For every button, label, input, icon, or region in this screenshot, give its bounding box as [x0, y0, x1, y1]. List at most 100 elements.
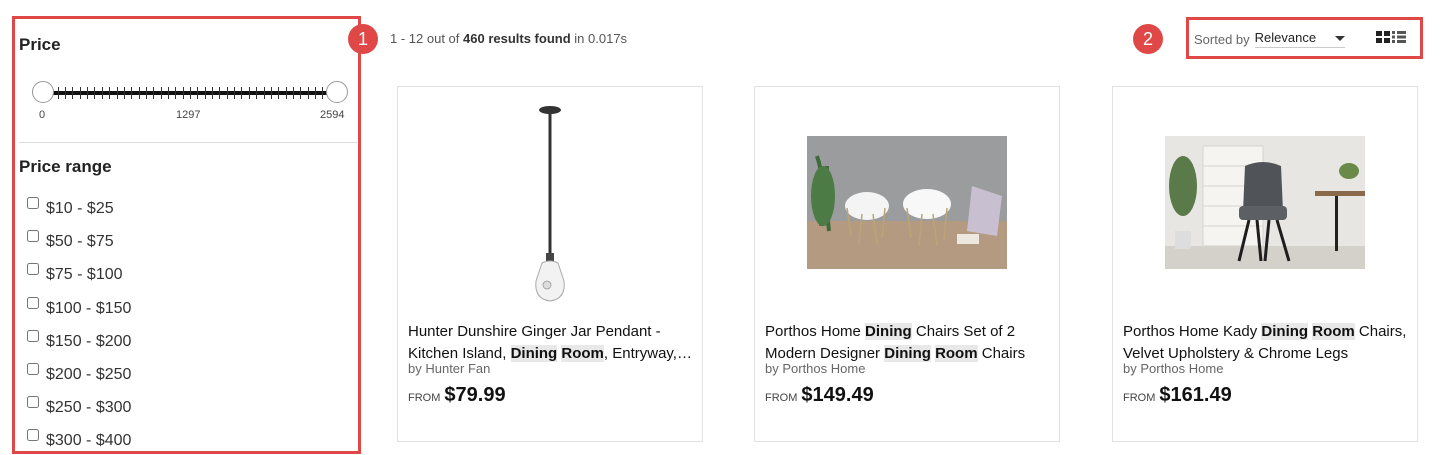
slider-tick — [65, 87, 67, 99]
slider-tick — [190, 87, 191, 99]
price-range-checkbox[interactable] — [27, 263, 39, 276]
results-summary: 1 - 12 out of 460 results found in 0.017… — [390, 31, 627, 46]
slider-tick — [182, 87, 184, 99]
slider-tick — [248, 87, 250, 99]
price-prefix: FROM — [1123, 392, 1156, 404]
slider-tick — [197, 87, 199, 99]
slider-tick — [109, 87, 111, 99]
price-range-option[interactable]: $150 - $200 — [26, 327, 131, 360]
price-range-option[interactable]: $200 - $250 — [26, 360, 131, 393]
sort-value: Relevance — [1254, 30, 1317, 45]
title-text: Chairs — [977, 345, 1026, 362]
price-range-title: Price range — [19, 157, 112, 176]
slider-tick — [145, 87, 147, 99]
chevron-down-icon — [1334, 36, 1345, 41]
slider-tick — [123, 87, 125, 99]
price-prefix: FROM — [765, 392, 798, 404]
slider-max-handle[interactable] — [326, 81, 348, 103]
price-range-option[interactable]: $250 - $300 — [26, 393, 131, 426]
sort-select[interactable]: Relevance — [1254, 30, 1345, 48]
price-range-option[interactable]: $10 - $25 — [26, 194, 131, 227]
product-title[interactable]: Porthos Home Dining Chairs Set of 2 Mode… — [765, 321, 1050, 365]
price-range-option[interactable]: $75 - $100 — [26, 260, 131, 293]
view-toggle — [1376, 31, 1406, 43]
product-image-dining-chairs[interactable] — [807, 136, 1007, 269]
slider-min-handle[interactable] — [32, 81, 54, 103]
price-slider[interactable]: 0 1297 2594 — [30, 81, 350, 125]
title-highlight: Room — [1312, 323, 1355, 340]
price-range-label: $300 - $400 — [46, 432, 132, 450]
price-range-label: $150 - $200 — [46, 332, 132, 350]
slider-min-label: 0 — [39, 109, 46, 121]
product-price: FROM $161.49 — [1123, 384, 1232, 407]
slider-tick — [256, 87, 258, 99]
price-filter-title: Price — [19, 35, 61, 54]
title-highlight: Dining — [510, 345, 558, 362]
slider-tick — [314, 87, 316, 99]
slider-tick — [226, 87, 228, 99]
title-highlight: Dining — [865, 323, 912, 340]
results-time: in 0.017s — [574, 31, 628, 46]
results-count: 460 results found — [463, 31, 571, 46]
price-range-label: $50 - $75 — [46, 233, 114, 251]
product-title[interactable]: Porthos Home Kady Dining Room Chairs, Ve… — [1123, 321, 1408, 365]
price-range-checkbox[interactable] — [27, 230, 39, 243]
title-highlight: Room — [561, 345, 604, 362]
price-value: $161.49 — [1159, 384, 1232, 406]
list-view-icon[interactable] — [1392, 31, 1406, 43]
price-range-checkbox[interactable] — [27, 429, 39, 442]
slider-tick — [160, 87, 162, 99]
slider-tick — [270, 87, 272, 99]
slider-max-label: 2594 — [320, 109, 345, 121]
price-range-option[interactable]: $300 - $400 — [26, 426, 131, 455]
slider-tick — [153, 87, 155, 99]
slider-tick — [204, 87, 206, 99]
slider-tick — [138, 87, 140, 99]
slider-tick — [292, 87, 294, 99]
price-range-checkbox[interactable] — [27, 362, 39, 375]
slider-tick — [101, 87, 103, 99]
slider-tick — [94, 87, 96, 99]
filter-divider — [19, 142, 357, 143]
slider-tick — [57, 87, 59, 99]
product-card[interactable]: Hunter Dunshire Ginger Jar Pendant - Kit… — [397, 86, 703, 442]
callout-badge-2: 2 — [1133, 24, 1163, 54]
slider-tick — [219, 87, 221, 99]
title-text: Porthos Home Kady — [1123, 323, 1262, 340]
price-range-option[interactable]: $50 - $75 — [26, 227, 131, 260]
price-range-checkbox[interactable] — [27, 197, 39, 209]
title-highlight: Dining — [1261, 323, 1309, 340]
product-brand: by Porthos Home — [1123, 361, 1224, 376]
product-card[interactable]: Porthos Home Kady Dining Room Chairs, Ve… — [1112, 86, 1418, 442]
title-text: Porthos Home — [765, 323, 866, 340]
slider-tick — [300, 87, 302, 99]
slider-tick — [79, 87, 81, 99]
price-range-label: $250 - $300 — [46, 399, 132, 417]
slider-tick — [175, 87, 177, 99]
slider-tick — [307, 87, 309, 99]
slider-mid-label: 1297 — [176, 109, 201, 121]
grid-view-icon[interactable] — [1376, 31, 1390, 43]
sort-control: Sorted by Relevance — [1194, 30, 1345, 48]
price-range-label: $200 - $250 — [46, 365, 132, 383]
product-card[interactable]: Porthos Home Dining Chairs Set of 2 Mode… — [754, 86, 1060, 442]
product-title[interactable]: Hunter Dunshire Ginger Jar Pendant - Kit… — [408, 321, 693, 365]
slider-tick — [212, 87, 214, 99]
price-range-checkbox[interactable] — [27, 296, 39, 309]
slider-tick — [263, 87, 265, 99]
callout-badge-1: 1 — [348, 24, 378, 54]
product-image-pendant-lamp[interactable] — [520, 105, 580, 305]
product-image-velvet-chair[interactable] — [1165, 136, 1365, 269]
price-range-option[interactable]: $100 - $150 — [26, 294, 131, 327]
slider-tick — [131, 87, 133, 99]
product-brand: by Porthos Home — [765, 361, 866, 376]
slider-tick — [87, 87, 89, 99]
title-highlight: Room — [935, 345, 978, 362]
product-brand: by Hunter Fan — [408, 361, 491, 376]
price-range-label: $10 - $25 — [46, 200, 114, 217]
price-value: $149.49 — [801, 384, 874, 406]
price-range-checkbox[interactable] — [27, 396, 39, 409]
price-range-checkbox[interactable] — [27, 329, 39, 342]
price-range-list: $10 - $25 $50 - $75 $75 - $100 $100 - $1… — [26, 194, 131, 455]
slider-tick — [322, 87, 324, 99]
